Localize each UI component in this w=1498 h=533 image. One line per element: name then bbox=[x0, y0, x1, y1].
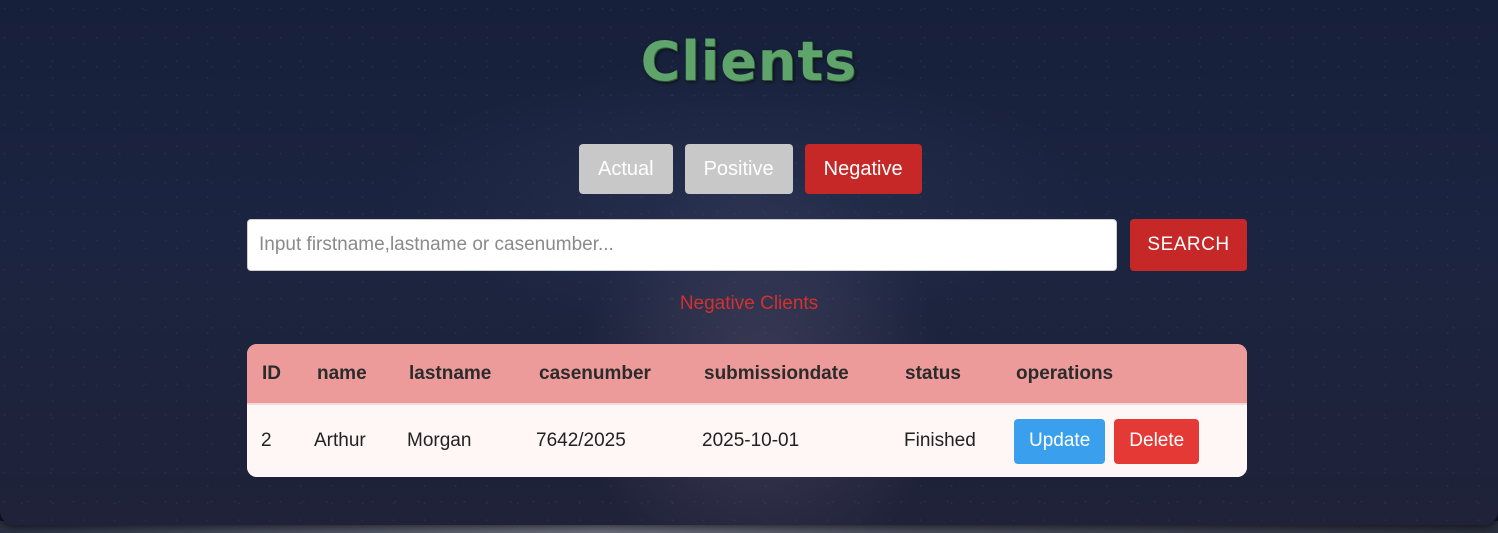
cell-operations: Update Delete bbox=[1012, 404, 1247, 477]
column-header-submissiondate: submissiondate bbox=[704, 362, 849, 384]
cell-casenumber: 7642/2025 bbox=[536, 430, 626, 451]
column-header-casenumber: casenumber bbox=[539, 362, 651, 384]
page-title: Clients bbox=[640, 30, 858, 93]
filter-actual-button[interactable]: Actual bbox=[579, 144, 673, 194]
section-label: Negative Clients bbox=[679, 293, 819, 314]
cell-status: Finished bbox=[904, 430, 976, 451]
cell-name: Arthur bbox=[314, 430, 366, 451]
cell-lastname: Morgan bbox=[407, 430, 472, 451]
search-button[interactable]: SEARCH bbox=[1130, 219, 1247, 271]
filter-buttons: Actual Positive Negative bbox=[579, 144, 922, 194]
column-header-status: status bbox=[905, 362, 961, 384]
column-header-id: ID bbox=[262, 362, 281, 384]
search-input[interactable] bbox=[247, 219, 1117, 271]
cell-submissiondate: 2025-10-01 bbox=[702, 430, 800, 451]
delete-button[interactable]: Delete bbox=[1114, 418, 1200, 464]
filter-negative-button[interactable]: Negative bbox=[804, 144, 922, 194]
table-row: 2 Arthur Morgan 7642/2025 2025-10-01 Fin… bbox=[247, 404, 1247, 477]
cell-id: 2 bbox=[261, 430, 272, 451]
column-header-lastname: lastname bbox=[409, 362, 492, 384]
column-header-operations: operations bbox=[1016, 362, 1114, 384]
clients-table: ID name lastname casenumber submissionda… bbox=[247, 344, 1247, 477]
table-header-row: ID name lastname casenumber submissionda… bbox=[247, 344, 1247, 404]
filter-positive-button[interactable]: Positive bbox=[684, 144, 793, 194]
update-button[interactable]: Update bbox=[1014, 418, 1106, 464]
column-header-name: name bbox=[317, 362, 367, 384]
main-panel: Clients Actual Positive Negative SEARCH … bbox=[0, 0, 1498, 525]
search-row: SEARCH bbox=[247, 219, 1247, 271]
